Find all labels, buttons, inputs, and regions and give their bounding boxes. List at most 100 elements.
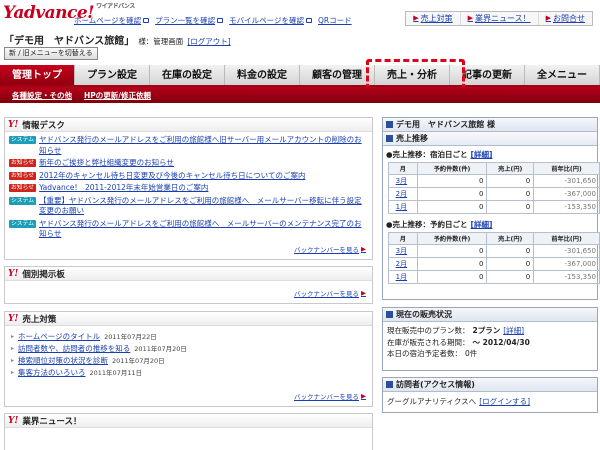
sales-measures-back-number-link[interactable]: バックナンバーを見る ▶ [294, 391, 366, 401]
news-link[interactable]: ヤドバンス発行のメールアドレスをご利用の旅館様へ旧サーバー用メールアカウントの削… [39, 135, 368, 156]
admin-screen-label: 様：管理画面 [138, 37, 184, 46]
list-item: ▸ 訪問者数や、訪問者の推移を知る 2011年07月20日 [11, 343, 366, 355]
square-bullet-icon [386, 121, 393, 128]
info-desk-list: システム ヤドバンス発行のメールアドレスをご利用の旅館様へ旧サーバー用メールアカウ… [5, 132, 372, 240]
qr-code-link[interactable]: QRコード [318, 15, 352, 26]
external-window-icon [305, 18, 312, 23]
industry-news-header: Y! 業界ニュース！ [5, 414, 372, 428]
industry-news-title: 業界ニュース！ [22, 416, 82, 427]
news-link[interactable]: 2012年のキャンセル待ち日変更及び今後のキャンセル待ち日についてのご案内 [39, 171, 305, 182]
tab-admin-top[interactable]: 管理トップ [0, 65, 75, 85]
news-link[interactable]: 新年のご挨拶と弊社組織変更のお知らせ [39, 158, 174, 169]
tab-plan-settings[interactable]: プラン設定 [75, 65, 150, 85]
main-nav: 管理トップ プラン設定 在庫の設定 料金の設定 顧客の管理 売上・分析 記事の更… [0, 65, 600, 87]
info-desk-panel: Y! 情報デスク システム ヤドバンス発行のメールアドレスをご利用の旅館様へ旧サー… [4, 117, 373, 260]
news-link[interactable]: ヤドバンス発行のメールアドレスをご利用の旅館様へ メールサーバーのメンテナンス完… [39, 219, 368, 240]
tab-inventory-settings[interactable]: 在庫の設定 [150, 65, 225, 85]
sales-measures-header: Y! 売上対策 [5, 312, 372, 326]
arrow-right-icon: ▶ [545, 14, 551, 22]
news-link[interactable]: 【重要】ヤドバンス発行のメールアドレスをご利用の旅館様へ メールサーバー移転に伴… [39, 196, 368, 217]
bullet-icon: ▸ [11, 369, 15, 376]
article-date: 2011年07月20日 [134, 345, 187, 353]
bulletin-header: Y! 個別掲示板 [5, 267, 372, 281]
subnav-settings-link[interactable]: 各種設定・その他 [12, 90, 72, 101]
view-homepage-link[interactable]: ホームページを確認 [74, 15, 150, 26]
article-link[interactable]: 訪問者数や、訪問者の推移を知る [18, 343, 130, 355]
table-header-row: 月 予約件数(件) 売上(円) 前年比(円) [388, 232, 600, 245]
visitors-header: 訪問者(アクセス情報) [383, 378, 597, 392]
article-link[interactable]: ホームページのタイトル [18, 331, 100, 343]
arrow-right-icon: ▶ [413, 14, 419, 22]
bulletin-back-number-link[interactable]: バックナンバーを見る ▶ [294, 288, 366, 298]
month-link: 3月 [395, 247, 408, 255]
month-link: 1月 [395, 203, 408, 211]
article-date: 2011年07月22日 [104, 333, 157, 341]
list-item: ▸ 集客方法のいろいろ 2011年07月11日 [11, 367, 366, 379]
sub-nav: 各種設定・その他 HPの更新/修正依頼 [0, 87, 600, 103]
status-line: 在庫が販売される期間：～ 2012/04/30 [387, 337, 530, 347]
sales-trend-title: 売上推移 [396, 134, 428, 143]
list-item: お知らせ 2012年のキャンセル待ち日変更及び今後のキャンセル待ち日についてのご案… [9, 171, 368, 182]
logo-tagline: ワイアドバンス [96, 3, 135, 10]
bullet-icon: ▸ [11, 357, 15, 364]
article-link[interactable]: 集客方法のいろいろ [18, 367, 86, 379]
yadvance-y-icon: Y! [8, 313, 19, 324]
bullet-icon: ▸ [11, 345, 15, 352]
list-item: システム ヤドバンス発行のメールアドレスをご利用の旅館様へ旧サーバー用メールアカウ… [9, 135, 368, 156]
sales-measures-tab[interactable]: ▶ 売上対策 [406, 12, 461, 25]
month-link: 3月 [395, 177, 408, 185]
notice-badge: お知らせ [9, 159, 37, 167]
by-stay-date-label: ●売上推移：宿泊日ごと [詳細] [386, 149, 493, 160]
analytics-login-link[interactable]: [ログインする] [479, 396, 530, 408]
top-right-tabs: ▶ 売上対策 ▶ 業界ニュース！ ▶ お問合せ [405, 11, 593, 26]
sales-summary-panel: デモ用 ヤドバンス旅館 様 売上推移 ●売上推移：宿泊日ごと [詳細] 月 予約件… [382, 117, 600, 300]
tab-all-menu[interactable]: 全メニュー [525, 65, 600, 85]
external-window-icon [143, 18, 150, 23]
industry-news-panel: Y! 業界ニュース！ [4, 413, 373, 450]
subnav-hp-update-link[interactable]: HPの更新/修正依頼 [84, 90, 151, 101]
external-window-icon [217, 18, 224, 23]
article-date: 2011年07月20日 [112, 357, 165, 365]
month-link: 2月 [395, 260, 408, 268]
news-link[interactable]: Yadvance! 2011-2012年末年始営業日のご案内 [39, 183, 208, 194]
sales-measures-title: 売上対策 [22, 314, 57, 325]
sales-status-panel: 現在の販売状況 現在販売中のプラン数： 2プラン [詳細] 在庫が販売される期間：～… [382, 307, 598, 371]
tab-customer-management[interactable]: 顧客の管理 [300, 65, 375, 85]
month-link: 2月 [395, 190, 408, 198]
by-booking-date-label: ●売上推移：予約日ごと [詳細] [386, 219, 493, 230]
sales-status-title: 現在の販売状況 [396, 310, 452, 319]
tab-price-settings[interactable]: 料金の設定 [225, 65, 300, 85]
month-link: 1月 [395, 273, 408, 281]
square-bullet-icon [386, 135, 393, 142]
table-row: 3月 0 0 -301,650 [388, 174, 600, 188]
notice-badge: お知らせ [9, 184, 37, 192]
switch-menu-button[interactable]: 新 / 旧メニューを切替える [4, 47, 98, 60]
industry-news-tab[interactable]: ▶ 業界ニュース！ [461, 12, 539, 25]
square-bullet-icon [386, 381, 393, 388]
view-mobile-page-link[interactable]: モバイルページを確認 [229, 15, 312, 26]
arrow-right-icon: ▶ [361, 392, 366, 400]
inn-header: デモ用 ヤドバンス旅館 様 [383, 118, 597, 132]
account-line: 「デモ用 ヤドバンス旅館」 様：管理画面 [ログアウト] [4, 32, 231, 47]
arrow-right-icon: ▶ [467, 14, 473, 22]
plan-detail-link[interactable]: [詳細] [503, 325, 524, 337]
info-desk-back-number-link[interactable]: バックナンバーを見る ▶ [294, 244, 366, 254]
sales-by-booking-table: 月 予約件数(件) 売上(円) 前年比(円) 3月 0 0 -301,650 2… [388, 232, 600, 284]
sales-trend-header: 売上推移 [383, 132, 597, 146]
list-item: お知らせ Yadvance! 2011-2012年末年始営業日のご案内 [9, 183, 368, 194]
contact-tab[interactable]: ▶ お問合せ [539, 12, 592, 25]
list-item: お知らせ 新年のご挨拶と弊社組織変更のお知らせ [9, 158, 368, 169]
system-badge: システム [9, 196, 37, 205]
info-desk-title: 情報デスク [22, 120, 65, 131]
bullet-icon: ▸ [11, 333, 15, 340]
sales-status-header: 現在の販売状況 [383, 308, 597, 322]
bulletin-panel: Y! 個別掲示板 バックナンバーを見る ▶ [4, 266, 373, 304]
view-plan-list-link[interactable]: プラン一覧を確認 [155, 15, 224, 26]
by-stay-detail-link[interactable]: [詳細] [471, 149, 493, 160]
by-booking-detail-link[interactable]: [詳細] [471, 219, 493, 230]
status-line: 本日の宿泊予定者数： 0件 [387, 349, 478, 358]
logout-link[interactable]: [ログアウト] [187, 36, 230, 47]
top-links: ホームページを確認 プラン一覧を確認 モバイルページを確認 QRコード [74, 15, 352, 26]
sales-measures-panel: Y! 売上対策 ▸ ホームページのタイトル 2011年07月22日 ▸ 訪問者数や、訪… [4, 311, 373, 407]
article-link[interactable]: 検索順位対策の状況を診断 [18, 355, 108, 367]
